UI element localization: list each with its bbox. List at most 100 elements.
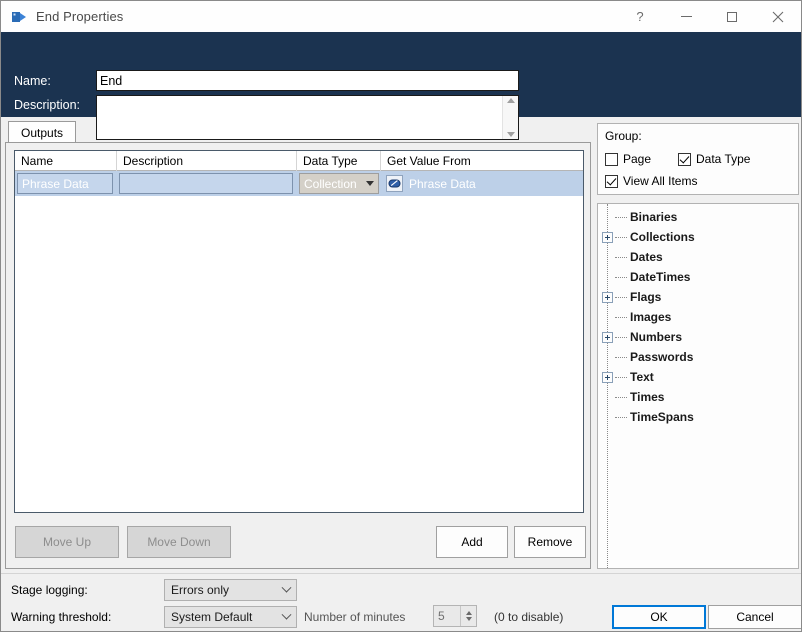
cell-name[interactable]: Phrase Data: [15, 171, 117, 196]
stage-logging-value: Errors only: [171, 583, 230, 597]
tree-node-datetimes[interactable]: DateTimes: [598, 267, 798, 287]
tree-leaf-spacer-icon: [602, 252, 613, 263]
help-button[interactable]: ?: [617, 1, 663, 32]
chevron-down-icon: [281, 582, 292, 593]
tree-connector-icon: [615, 256, 627, 258]
checkbox-data-type[interactable]: Data Type: [678, 152, 750, 166]
table-row[interactable]: Phrase Data Collection Phrase Data: [15, 171, 583, 196]
outputs-panel: Name Description Data Type Get Value Fro…: [5, 142, 591, 569]
tree-node-numbers[interactable]: Numbers: [598, 327, 798, 347]
tree-node-text[interactable]: Text: [598, 367, 798, 387]
tree-connector-icon: [615, 216, 627, 218]
maximize-icon: [727, 11, 737, 22]
tree-connector-icon: [615, 416, 627, 418]
column-header-data-type[interactable]: Data Type: [297, 151, 381, 171]
checkbox-page[interactable]: Page: [605, 152, 651, 166]
window-title: End Properties: [36, 9, 124, 24]
tree-node-binaries[interactable]: Binaries: [598, 207, 798, 227]
tree-node-timespans[interactable]: TimeSpans: [598, 407, 798, 427]
minutes-stepper[interactable]: 5: [433, 605, 477, 627]
get-value-from-field[interactable]: Phrase Data: [381, 175, 583, 192]
tab-strip: Outputs: [8, 121, 591, 143]
minimize-icon: [680, 16, 692, 17]
tree-leaf-spacer-icon: [602, 272, 613, 283]
tree-node-label: Images: [630, 310, 672, 324]
tree-connector-icon: [615, 396, 627, 398]
chevron-down-icon: [281, 609, 292, 620]
tree-node-label: Dates: [630, 250, 663, 264]
stage-logging-label: Stage logging:: [11, 583, 88, 597]
tree-node-flags[interactable]: Flags: [598, 287, 798, 307]
data-type-dropdown[interactable]: Collection: [299, 173, 379, 194]
minutes-label: Number of minutes: [304, 610, 406, 624]
column-header-name[interactable]: Name: [15, 151, 117, 171]
maximize-button[interactable]: [709, 1, 755, 32]
checkbox-data-type-box[interactable]: [678, 152, 691, 166]
expand-plus-icon[interactable]: [602, 291, 613, 303]
move-up-button[interactable]: Move Up: [15, 526, 119, 558]
disable-hint-label: (0 to disable): [494, 610, 564, 624]
tree-node-label: Times: [630, 390, 665, 404]
tree-node-times[interactable]: Times: [598, 387, 798, 407]
tree-leaf-spacer-icon: [602, 412, 613, 423]
cell-description[interactable]: [117, 171, 297, 196]
row-description-value[interactable]: [119, 173, 293, 194]
warning-threshold-label: Warning threshold:: [11, 610, 112, 624]
data-item-tree[interactable]: Binaries Collections Dates DateTimes Fla: [597, 203, 799, 569]
grid-button-row: Move Up Move Down Add Remove: [14, 526, 586, 558]
outputs-grid: Name Description Data Type Get Value Fro…: [14, 150, 584, 513]
stepper-up-icon[interactable]: [465, 611, 472, 615]
column-header-get-value-from[interactable]: Get Value From: [381, 151, 583, 171]
tree-connector-icon: [615, 356, 627, 358]
end-stage-icon: [11, 9, 27, 25]
tree-leaf-spacer-icon: [602, 212, 613, 223]
tab-outputs[interactable]: Outputs: [8, 121, 77, 143]
tree-node-label: Binaries: [630, 210, 678, 224]
tree-node-passwords[interactable]: Passwords: [598, 347, 798, 367]
minimize-button[interactable]: [663, 1, 709, 32]
warning-threshold-value: System Default: [171, 610, 253, 624]
minutes-value[interactable]: 5: [434, 609, 460, 623]
scroll-up-icon[interactable]: [506, 98, 515, 103]
cell-get-value-from[interactable]: Phrase Data: [381, 171, 583, 196]
stepper-down-icon[interactable]: [465, 617, 472, 621]
tree-node-label: Collections: [630, 230, 695, 244]
expand-plus-icon[interactable]: [602, 231, 613, 243]
collection-data-item-icon: [386, 175, 403, 192]
checkbox-page-label: Page: [623, 152, 652, 166]
name-input[interactable]: [96, 70, 519, 91]
remove-button[interactable]: Remove: [514, 526, 586, 558]
tree-node-dates[interactable]: Dates: [598, 247, 798, 267]
move-down-button[interactable]: Move Down: [127, 526, 231, 558]
tree-node-label: Numbers: [630, 330, 683, 344]
title-bar: End Properties ?: [1, 1, 801, 32]
chevron-down-icon: [366, 181, 374, 186]
row-name-value[interactable]: Phrase Data: [17, 173, 113, 194]
warning-threshold-dropdown[interactable]: System Default: [164, 606, 297, 628]
expand-plus-icon[interactable]: [602, 371, 613, 383]
expand-plus-icon[interactable]: [602, 331, 613, 343]
add-button[interactable]: Add: [436, 526, 508, 558]
group-label: Group:: [605, 129, 642, 143]
tree-node-collections[interactable]: Collections: [598, 227, 798, 247]
name-label: Name:: [14, 74, 51, 88]
checkbox-view-all-items-box[interactable]: [605, 174, 618, 188]
checkbox-view-all-items-label: View All Items: [623, 174, 698, 188]
close-button[interactable]: [755, 1, 801, 32]
checkbox-page-box[interactable]: [605, 152, 618, 166]
tree-node-label: TimeSpans: [630, 410, 694, 424]
tree-node-images[interactable]: Images: [598, 307, 798, 327]
cancel-button[interactable]: Cancel: [708, 605, 801, 629]
tree-connector-icon: [615, 316, 627, 318]
tree-leaf-spacer-icon: [602, 392, 613, 403]
column-header-description[interactable]: Description: [117, 151, 297, 171]
checkbox-view-all-items[interactable]: View All Items: [605, 174, 697, 188]
tree-node-label: Text: [630, 370, 654, 384]
cell-data-type[interactable]: Collection: [297, 171, 381, 196]
tree-node-label: Flags: [630, 290, 662, 304]
data-items-panel: Group: Page Data Type View All Items Bin…: [597, 123, 799, 569]
ok-button[interactable]: OK: [612, 605, 706, 629]
minutes-stepper-buttons[interactable]: [460, 606, 476, 626]
stage-logging-dropdown[interactable]: Errors only: [164, 579, 297, 601]
data-type-value: Collection: [304, 176, 357, 191]
